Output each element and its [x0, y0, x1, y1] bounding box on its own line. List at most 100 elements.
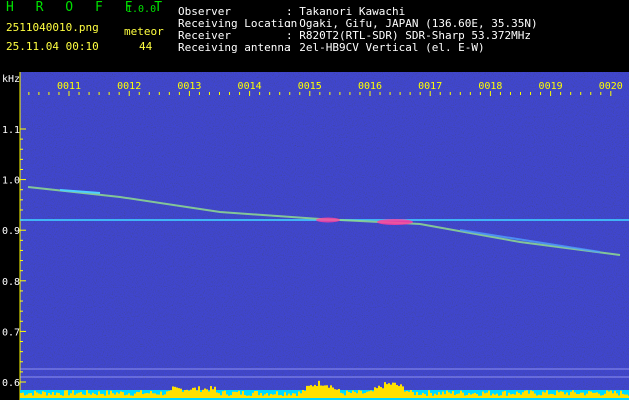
strip-bar [22, 392, 24, 398]
meteor-hotspot [377, 219, 413, 225]
strip-bar [32, 395, 34, 398]
strip-bar [382, 388, 384, 398]
app-version: 1.0.0 [126, 4, 157, 15]
strip-bar [236, 392, 238, 398]
strip-bar [334, 389, 336, 398]
strip-bar [460, 390, 462, 398]
strip-bar [312, 386, 314, 398]
strip-bar [104, 395, 106, 398]
strip-bar [504, 390, 506, 398]
strip-bar [332, 387, 334, 398]
strip-bar [484, 393, 486, 398]
strip-bar [430, 392, 432, 398]
strip-bar [98, 391, 100, 398]
strip-bar [582, 392, 584, 398]
strip-bar [464, 395, 466, 398]
strip-bar [338, 388, 340, 398]
strip-bar [518, 393, 520, 398]
strip-bar [124, 395, 126, 398]
strip-bar [206, 389, 208, 398]
strip-bar [404, 391, 406, 398]
x-tick-label: 0018 [478, 81, 502, 92]
strip-bar [256, 390, 258, 398]
strip-bar [286, 395, 288, 398]
strip-bar [46, 395, 48, 398]
strip-bar [60, 394, 62, 398]
strip-bar [328, 387, 330, 398]
header-panel: H R O F F T 1.0.0 2511040010.png meteor … [0, 0, 629, 72]
meteor-count: 44 [139, 40, 153, 53]
strip-bar [246, 395, 248, 398]
strip-bar [102, 393, 104, 398]
strip-bar [626, 394, 628, 398]
strip-bar [266, 393, 268, 398]
strip-bar [556, 390, 558, 398]
strip-bar [284, 392, 286, 398]
strip-bar [148, 393, 150, 398]
y-unit-label: kHz [2, 74, 20, 85]
strip-bar [90, 394, 92, 398]
x-tick-label: 0013 [177, 81, 201, 92]
strip-bar [262, 395, 264, 398]
strip-bar [72, 390, 74, 398]
strip-bar [424, 394, 426, 398]
strip-bar [202, 389, 204, 398]
strip-bar [212, 389, 214, 398]
strip-bar [536, 395, 538, 398]
strip-bar [136, 391, 138, 398]
strip-bar [88, 393, 90, 398]
strip-bar [618, 395, 620, 398]
strip-bar [44, 392, 46, 398]
strip-bar [440, 394, 442, 398]
strip-bar [448, 392, 450, 398]
meteor-label: meteor [124, 25, 164, 38]
strip-bar [146, 393, 148, 398]
x-tick-label: 0020 [599, 81, 623, 92]
strip-bar [240, 394, 242, 398]
strip-bar [470, 394, 472, 398]
strip-bar [396, 384, 398, 398]
strip-bar [118, 393, 120, 398]
strip-bar [122, 392, 124, 398]
strip-bar [154, 393, 156, 398]
strip-bar [194, 387, 196, 398]
strip-bar [580, 392, 582, 398]
strip-bar [488, 390, 490, 398]
y-tick-label: 1.1 [2, 125, 20, 136]
strip-bar [230, 395, 232, 398]
strip-bar [348, 392, 350, 398]
y-tick-label: 0.6 [2, 378, 20, 389]
strip-bar [400, 384, 402, 398]
strip-bar [158, 394, 160, 398]
strip-bar [192, 387, 194, 398]
strip-bar [492, 393, 494, 398]
strip-bar [288, 393, 290, 398]
strip-bar [244, 394, 246, 398]
strip-bar [558, 392, 560, 398]
strip-bar [354, 391, 356, 398]
noise-texture [20, 72, 629, 400]
strip-bar [428, 390, 430, 398]
strip-bar [574, 392, 576, 398]
strip-bar [178, 388, 180, 398]
strip-bar [590, 391, 592, 398]
strip-bar [418, 394, 420, 398]
strip-bar [434, 393, 436, 398]
y-tick-label: 0.8 [2, 277, 20, 288]
strip-bar [578, 393, 580, 398]
strip-bar [438, 392, 440, 398]
strip-bar [524, 390, 526, 398]
strip-bar [416, 391, 418, 398]
strip-bar [110, 390, 112, 398]
strip-bar [58, 393, 60, 398]
strip-bar [280, 395, 282, 398]
x-tick-label: 0017 [418, 81, 442, 92]
strip-bar [214, 386, 216, 398]
strip-bar [34, 390, 36, 398]
strip-bar [70, 393, 72, 398]
strip-bar [298, 391, 300, 398]
strip-bar [112, 393, 114, 398]
strip-bar [432, 395, 434, 398]
strip-bar [540, 395, 542, 398]
strip-bar [598, 393, 600, 398]
